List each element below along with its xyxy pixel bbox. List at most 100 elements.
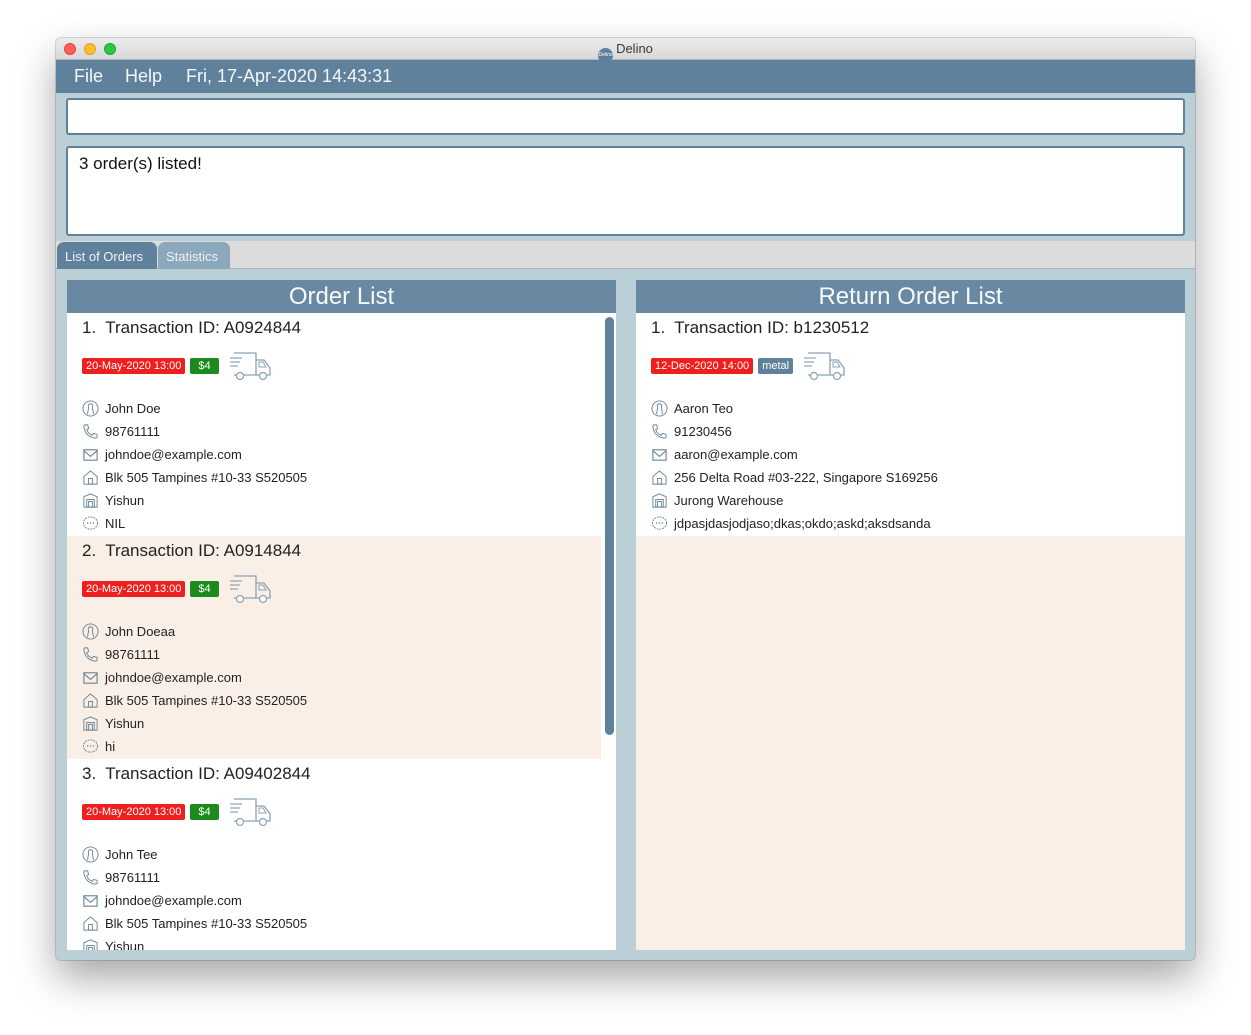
order-badges: 20-May-2020 13:00 $4 [82, 574, 272, 604]
phone-icon [82, 646, 99, 663]
phone-field: 91230456 [651, 420, 938, 443]
order-fields: John Doeaa 98761111 johndoe@example.com … [82, 620, 307, 758]
price-badge: $4 [190, 804, 219, 820]
delivery-time-badge: 20-May-2020 13:00 [82, 581, 186, 597]
app-window: Delino Delino File Help Fri, 17-Apr-2020 … [56, 38, 1195, 960]
order-index: 2. [82, 541, 97, 560]
order-fields: John Tee 98761111 johndoe@example.com Bl… [82, 843, 307, 950]
comment-icon [651, 515, 668, 532]
return-order-list-title: Return Order List [636, 280, 1185, 313]
return-order-badges: 12-Dec-2020 14:00 metal [651, 351, 846, 381]
order-fields: John Doe 98761111 johndoe@example.com Bl… [82, 397, 307, 535]
delivery-time-badge: 20-May-2020 13:00 [82, 358, 186, 374]
return-time-badge: 12-Dec-2020 14:00 [651, 358, 754, 374]
home-icon [651, 469, 668, 486]
delivery-truck-icon [802, 350, 846, 382]
phone-number: 98761111 [105, 424, 160, 439]
address: 256 Delta Road #03-222, Singapore S16925… [674, 470, 938, 485]
item-type-badge: metal [758, 358, 794, 374]
phone-field: 98761111 [82, 643, 307, 666]
menu-help[interactable]: Help [125, 66, 162, 87]
order-index: 1. [82, 318, 97, 337]
email-field: johndoe@example.com [82, 666, 307, 689]
email: aaron@example.com [674, 447, 798, 462]
transaction-id-text: Transaction ID: A0924844 [105, 318, 302, 337]
person-icon [82, 400, 99, 417]
result-display: 3 order(s) listed! [66, 146, 1185, 236]
transaction-id-text: Transaction ID: A0914844 [105, 541, 302, 560]
window-title-text: Delino [616, 41, 653, 56]
delivery-truck-icon [228, 796, 272, 828]
order-card[interactable]: 2. Transaction ID: A0914844 20-May-2020 1… [67, 536, 601, 759]
order-badges: 20-May-2020 13:00 $4 [82, 351, 272, 381]
order-transaction-id: 3. Transaction ID: A09402844 [82, 764, 311, 784]
warehouse-icon [82, 938, 99, 950]
price-badge: $4 [190, 581, 219, 597]
customer-name-field: John Doe [82, 397, 307, 420]
customer-name: John Doeaa [105, 624, 176, 639]
mail-icon [82, 669, 99, 686]
menu-bar: File Help Fri, 17-Apr-2020 14:43:31 [56, 60, 1195, 93]
comment-icon [82, 738, 99, 755]
tab-bar: List of Orders Statistics [56, 241, 1195, 269]
email-field: johndoe@example.com [82, 889, 307, 912]
warehouse: Jurong Warehouse [674, 493, 784, 508]
tab-statistics[interactable]: Statistics [158, 242, 230, 269]
warehouse: Yishun [105, 716, 145, 731]
order-list-panel: Order List 1. Transaction ID: A0924844 20… [67, 280, 616, 950]
warehouse-field: Yishun [82, 712, 307, 735]
mail-icon [82, 892, 99, 909]
transaction-id-text: Transaction ID: A09402844 [105, 764, 311, 783]
tab-list-of-orders[interactable]: List of Orders [57, 242, 157, 269]
customer-name: John Doe [105, 401, 161, 416]
phone-number: 91230456 [674, 424, 732, 439]
comment-field: hi [82, 735, 307, 758]
title-bar: Delino Delino [56, 38, 1195, 63]
address: Blk 505 Tampines #10-33 S520505 [105, 470, 308, 485]
customer-name-field: John Doeaa [82, 620, 307, 643]
comment-field: NIL [82, 512, 307, 535]
customer-name-field: John Tee [82, 843, 307, 866]
transaction-id-text: Transaction ID: b1230512 [674, 318, 870, 337]
order-list-scrollbar[interactable] [605, 317, 614, 735]
order-badges: 20-May-2020 13:00 $4 [82, 797, 272, 827]
menu-file[interactable]: File [74, 66, 103, 87]
email-field: johndoe@example.com [82, 443, 307, 466]
address-field: 256 Delta Road #03-222, Singapore S16925… [651, 466, 938, 489]
order-index: 3. [82, 764, 97, 783]
command-box [66, 98, 1185, 135]
warehouse-field: Yishun [82, 489, 307, 512]
command-input[interactable] [68, 100, 1183, 133]
warehouse-field: Yishun [82, 935, 307, 950]
warehouse-icon [82, 715, 99, 732]
comment-icon [82, 515, 99, 532]
person-icon [82, 846, 99, 863]
order-list-title: Order List [67, 280, 616, 313]
phone-icon [651, 423, 668, 440]
return-order-card[interactable]: 1. Transaction ID: b1230512 12-Dec-2020 1… [636, 313, 1185, 536]
phone-field: 98761111 [82, 420, 307, 443]
return-order-index: 1. [651, 318, 666, 337]
price-badge: $4 [190, 358, 219, 374]
phone-number: 98761111 [105, 870, 160, 885]
comment: hi [105, 739, 116, 754]
mail-icon [651, 446, 668, 463]
comment: NIL [105, 516, 126, 531]
home-icon [82, 915, 99, 932]
return-order-fields: Aaron Teo 91230456 aaron@example.com 256… [651, 397, 938, 535]
delivery-truck-icon [228, 350, 272, 382]
address: Blk 505 Tampines #10-33 S520505 [105, 916, 308, 931]
email-field: aaron@example.com [651, 443, 938, 466]
delivery-time-badge: 20-May-2020 13:00 [82, 804, 186, 820]
order-transaction-id: 2. Transaction ID: A0914844 [82, 541, 301, 561]
phone-icon [82, 423, 99, 440]
warehouse: Yishun [105, 939, 145, 950]
order-card[interactable]: 1. Transaction ID: A0924844 20-May-2020 1… [67, 313, 601, 536]
home-icon [82, 692, 99, 709]
phone-field: 98761111 [82, 866, 307, 889]
home-icon [82, 469, 99, 486]
mail-icon [82, 446, 99, 463]
email: johndoe@example.com [105, 670, 242, 685]
order-card[interactable]: 3. Transaction ID: A09402844 20-May-2020 … [67, 759, 601, 950]
customer-name: Aaron Teo [674, 401, 734, 416]
